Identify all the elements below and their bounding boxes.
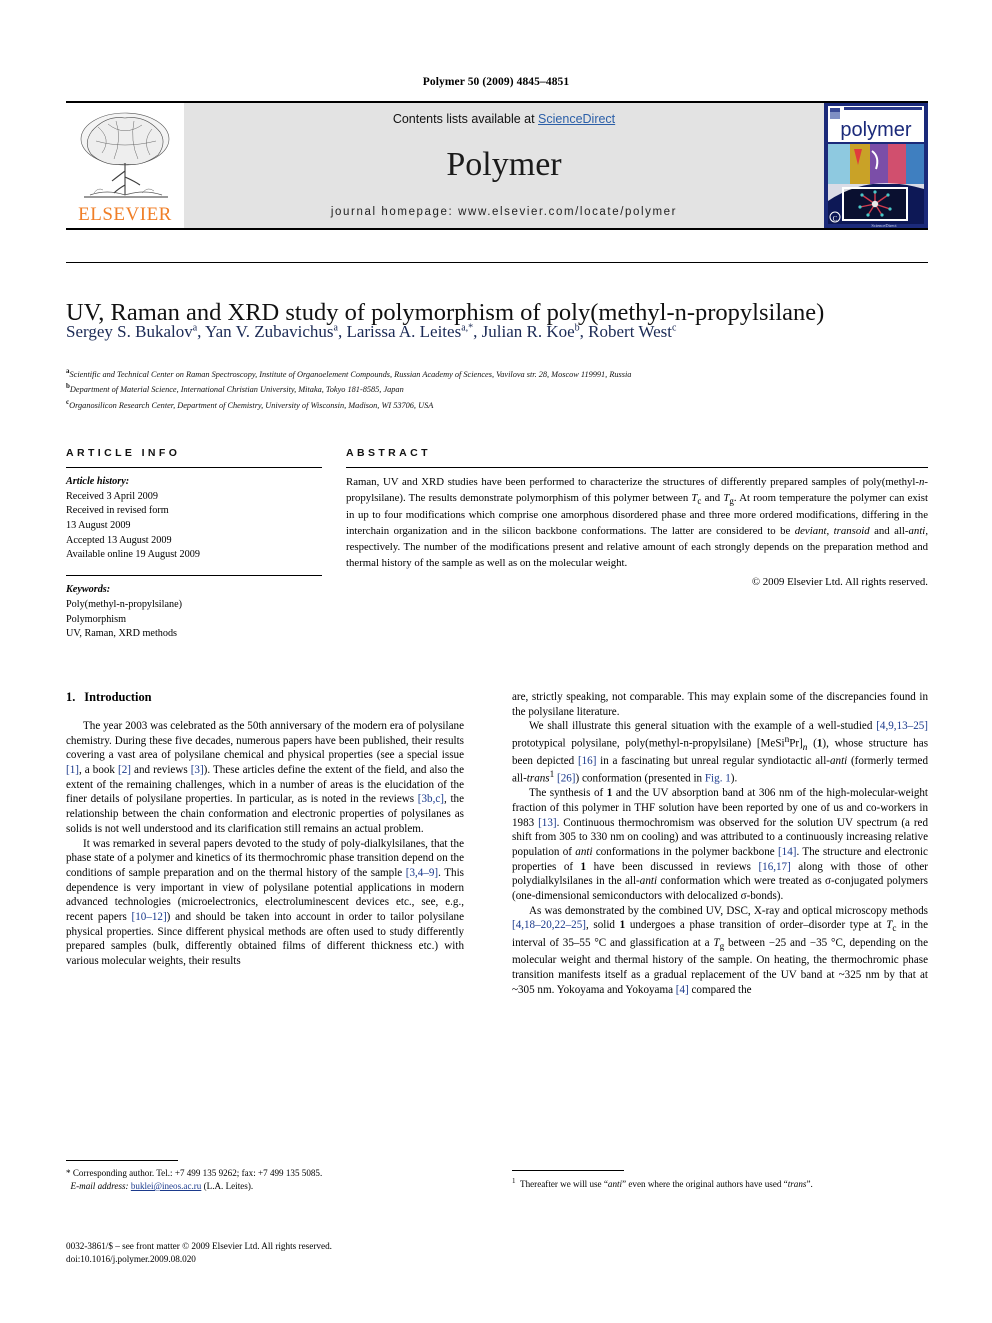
footnote-rule-right (512, 1170, 624, 1171)
article-history-item: Received 3 April 2009 (66, 490, 158, 502)
keyword-items: Poly(methyl-n-propylsilane) Polymorphism U… (66, 598, 322, 642)
journal-title: Polymer (446, 145, 562, 183)
body-paragraph: We shall illustrate this general situati… (512, 720, 929, 785)
email-label: E-mail address: (70, 1180, 129, 1191)
body-paragraph: It was remarked in several papers devote… (66, 837, 465, 968)
email-link[interactable]: buklei@ineos.ac.ru (131, 1181, 202, 1191)
email-line: E-mail address: buklei@ineos.ac.ru (L.A.… (66, 1180, 464, 1193)
keyword-item: UV, Raman, XRD methods (66, 628, 178, 640)
body-column-left: 1. Introduction The year 2003 was celebra… (66, 690, 464, 969)
journal-masthead: ELSEVIER Contents lists available at Sci… (66, 101, 928, 230)
article-info-rule-top (66, 467, 322, 468)
sciencedirect-link[interactable]: ScienceDirect (538, 112, 615, 126)
keywords-label: Keywords: (66, 584, 111, 596)
svg-text:polymer: polymer (840, 119, 911, 141)
keyword-item: Poly(methyl-n-propylsilane) (66, 598, 183, 610)
section-title: Introduction (84, 690, 152, 704)
article-info-column: ARTICLE INFO Article history: Received 3… (66, 447, 322, 642)
article-history-item: Received in revised form (66, 505, 169, 517)
keyword-item: Polymorphism (66, 613, 127, 625)
body-paragraph: The year 2003 was celebrated as the 50th… (66, 720, 464, 835)
footnote-1-text: 1 Thereafter we will use “anti” even whe… (512, 1177, 813, 1190)
affiliation-item: bDepartment of Material Science, Interna… (66, 382, 404, 395)
article-history-item: Accepted 13 August 2009 (66, 534, 172, 546)
cover-artwork: polymer C ScienceDirect (824, 103, 928, 228)
abstract-copyright: © 2009 Elsevier Ltd. All rights reserved… (751, 575, 928, 588)
abstract-text: Raman, UV and XRD studies have been perf… (346, 476, 929, 569)
email-owner: (L.A. Leites). (203, 1180, 254, 1191)
section-number: 1. (66, 690, 76, 704)
svg-text:C: C (833, 215, 838, 223)
doi-line: doi:10.1016/j.polymer.2009.08.020 (66, 1254, 196, 1265)
body-paragraph: As was demonstrated by the combined UV, … (512, 904, 928, 996)
svg-text:ScienceDirect: ScienceDirect (871, 223, 897, 228)
elsevier-logo: ELSEVIER (66, 103, 184, 228)
affiliation-item: aScientific and Technical Center on Rama… (66, 367, 632, 379)
imprint-block: 0032-3861/$ – see front matter © 2009 El… (66, 1240, 536, 1267)
affiliation-list: aScientific and Technical Center on Rama… (66, 366, 946, 412)
footnote-rule-left (66, 1160, 178, 1161)
body-paragraph: The synthesis of 1 and the UV absorption… (512, 787, 928, 903)
corresponding-author-line: * Corresponding author. Tel.: +7 499 135… (66, 1168, 323, 1178)
masthead-center: Contents lists available at ScienceDirec… (184, 103, 824, 228)
contents-available-line: Contents lists available at ScienceDirec… (393, 112, 615, 126)
abstract-column: ABSTRACT Raman, UV and XRD studies have … (346, 447, 928, 591)
corresponding-author-footnote: * Corresponding author. Tel.: +7 499 135… (66, 1160, 464, 1193)
article-history-item: Available online 19 August 2009 (66, 549, 200, 561)
left-paragraphs: The year 2003 was celebrated as the 50th… (66, 719, 464, 969)
abstract-rule (346, 467, 928, 468)
affiliation-item: cOrganosilicon Research Center, Departme… (66, 397, 434, 410)
article-history-block: Article history: Received 3 April 2009 Re… (66, 475, 322, 563)
right-paragraphs: are, strictly speaking, not comparable. … (512, 690, 928, 997)
article-info-heading: ARTICLE INFO (66, 447, 181, 459)
elsevier-tree-icon (80, 112, 170, 198)
body-paragraph: are, strictly speaking, not comparable. … (512, 691, 928, 718)
journal-cover-thumbnail: polymer C ScienceDirect (824, 103, 928, 228)
article-info-rule-mid (66, 575, 322, 577)
body-column-right: are, strictly speaking, not comparable. … (512, 690, 928, 997)
author-list: Sergey S. Bukalova, Yan V. Zubavichusa, … (66, 322, 677, 341)
abstract-heading: ABSTRACT (346, 447, 431, 459)
keywords-block: Keywords: Poly(methyl-n-propylsilane) Pol… (66, 583, 322, 642)
section-heading-introduction: 1. Introduction (66, 690, 464, 705)
issn-copyright-line: 0032-3861/$ – see front matter © 2009 El… (66, 1241, 332, 1251)
elsevier-wordmark: ELSEVIER (78, 204, 172, 225)
journal-homepage-line[interactable]: journal homepage: www.elsevier.com/locat… (331, 206, 677, 218)
contents-prefix: Contents lists available at (392, 112, 539, 126)
title-divider (66, 262, 928, 263)
article-history-item: 13 August 2009 (66, 520, 131, 532)
numbered-footnote: 1 Thereafter we will use “anti” even whe… (512, 1170, 928, 1191)
article-history-items: Received 3 April 2009 Received in revised… (66, 490, 322, 563)
running-head: Polymer 50 (2009) 4845–4851 (422, 76, 570, 88)
paper-page: Polymer 50 (2009) 4845–4851 ELSEVIER Con… (0, 0, 992, 1323)
article-history-label: Article history: (66, 476, 130, 487)
